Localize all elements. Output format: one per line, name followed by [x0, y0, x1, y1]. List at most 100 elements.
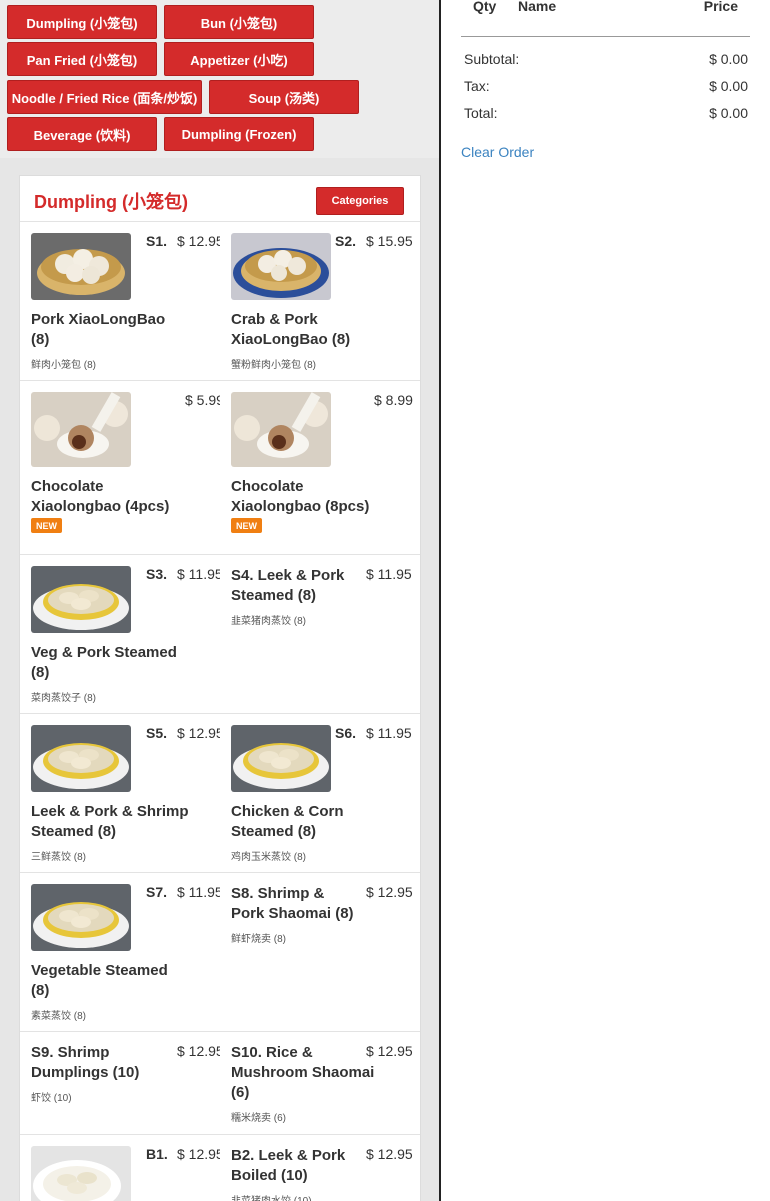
menu-row: B1. $ 12.95 $ 12.95 B2. Leek & Pork Boil… — [20, 1135, 420, 1201]
item-name: S9. Shrimp Dumplings (10) — [31, 1044, 140, 1081]
order-header-name: Name — [518, 0, 557, 14]
item-name: Vegetable Steamed (8) — [31, 962, 168, 999]
item-name: Chicken & Corn Steamed (8) — [231, 803, 344, 840]
dish-image-steamed-dumplings — [31, 566, 131, 633]
item-code: S1. — [146, 233, 168, 249]
menu-item-s9[interactable]: $ 12.95 S9. Shrimp Dumplings (10) 虾饺 (10… — [20, 1032, 220, 1134]
item-chinese-name: 糯米烧卖 (6) — [231, 1113, 286, 1124]
menu-item-s7[interactable]: S7. $ 11.95 Vegetable Steamed (8) 素菜蒸饺 (… — [20, 873, 220, 1031]
item-price: $ 5.99 — [185, 392, 220, 408]
menu-row: S1. $ 12.95 Pork XiaoLongBao (8) 鲜肉小笼包 (… — [20, 222, 420, 381]
dish-image-boiled-dumplings — [31, 1146, 131, 1201]
item-chinese-name: 韭菜猪肉水饺 (10) — [231, 1192, 312, 1201]
item-price: $ 12.95 — [177, 725, 220, 741]
item-price: $ 12.95 — [366, 884, 413, 900]
item-name: S4. Leek & Pork Steamed (8) — [231, 567, 345, 604]
total-label: Total: — [464, 105, 498, 121]
menu-category-title: Dumpling (小笼包) — [34, 192, 188, 212]
menu-row: $ 5.99 Chocolate Xiaolongbao (4pcs) NEW — [20, 381, 420, 555]
item-price: $ 8.99 — [374, 392, 413, 408]
app-root: Dumpling (小笼包) Bun (小笼包) Pan Fried (小笼包)… — [0, 0, 770, 1201]
subtotal-label: Subtotal: — [464, 51, 520, 67]
item-name: Leek & Pork & Shrimp Steamed (8) — [31, 803, 189, 840]
category-button-soup[interactable]: Soup (汤类) — [209, 80, 359, 114]
item-code: S7. — [146, 884, 168, 900]
category-button-bun[interactable]: Bun (小笼包) — [164, 5, 314, 39]
new-badge: NEW — [231, 518, 262, 533]
menu-item-chocolate-8pcs[interactable]: $ 8.99 Chocolate Xiaolongbao (8pcs) NEW — [220, 381, 420, 554]
dish-image-crab-pork-xiaolongbao — [231, 233, 331, 300]
menu-card: Dumpling (小笼包) Categories S1. $ 12.95 Po… — [19, 175, 421, 1201]
order-header-price: Price — [703, 0, 738, 14]
item-name: B2. Leek & Pork Boiled (10) — [231, 1147, 346, 1184]
menu-item-s8[interactable]: $ 12.95 S8. Shrimp & Pork Shaomai (8) 鲜虾… — [220, 873, 420, 1031]
item-price: $ 11.95 — [177, 884, 220, 900]
menu-item-s6[interactable]: S6. $ 11.95 Chicken & Corn Steamed (8) 鸡… — [220, 714, 420, 872]
item-name: Pork XiaoLongBao (8) — [31, 311, 166, 348]
category-button-dumpling-frozen[interactable]: Dumpling (Frozen) — [164, 117, 314, 151]
menu-item-chocolate-4pcs[interactable]: $ 5.99 Chocolate Xiaolongbao (4pcs) NEW — [20, 381, 220, 554]
menu-item-s5[interactable]: S5. $ 12.95 Leek & Pork & Shrimp Steamed… — [20, 714, 220, 872]
menu-item-b2[interactable]: $ 12.95 B2. Leek & Pork Boiled (10) 韭菜猪肉… — [220, 1135, 420, 1201]
dish-image-steamed-dumplings — [231, 725, 331, 792]
item-name: Veg & Pork Steamed (8) — [31, 644, 177, 681]
item-price: $ 11.95 — [366, 725, 412, 741]
menu-item-s1[interactable]: S1. $ 12.95 Pork XiaoLongBao (8) 鲜肉小笼包 (… — [20, 222, 220, 380]
order-header-qty: Qty — [473, 0, 497, 14]
dish-image-chocolate-xiaolongbao — [231, 392, 331, 467]
menu-row: S7. $ 11.95 Vegetable Steamed (8) 素菜蒸饺 (… — [20, 873, 420, 1032]
menu-item-b1[interactable]: B1. $ 12.95 — [20, 1135, 220, 1201]
item-price: $ 11.95 — [177, 566, 220, 582]
item-code: S2. — [335, 233, 357, 249]
item-name: S10. Rice & Mushroom Shaomai (6) — [231, 1044, 375, 1101]
item-chinese-name: 虾饺 (10) — [31, 1093, 72, 1104]
menu-item-s10[interactable]: $ 12.95 S10. Rice & Mushroom Shaomai (6)… — [220, 1032, 420, 1134]
category-button-pan-fried[interactable]: Pan Fried (小笼包) — [7, 42, 157, 76]
total-value: $ 0.00 — [709, 105, 748, 121]
item-price: $ 15.95 — [366, 233, 413, 249]
category-button-dumpling[interactable]: Dumpling (小笼包) — [7, 5, 157, 39]
menu-item-s2[interactable]: S2. $ 15.95 Crab & Pork XiaoLongBao (8) … — [220, 222, 420, 380]
category-button-beverage[interactable]: Beverage (饮料) — [7, 117, 157, 151]
category-button-noodle-fried-rice[interactable]: Noodle / Fried Rice (面条/炒饭) — [7, 80, 202, 114]
item-chinese-name: 蟹粉鲜肉小笼包 (8) — [231, 360, 316, 371]
tax-value: $ 0.00 — [709, 78, 748, 94]
dish-image-steamed-dumplings — [31, 884, 131, 951]
order-panel: Qty Name Price Subtotal: $ 0.00 Tax: $ 0… — [441, 0, 770, 1201]
categories-button[interactable]: Categories — [316, 187, 404, 215]
subtotal-value: $ 0.00 — [709, 51, 748, 67]
tax-label: Tax: — [464, 78, 490, 94]
item-price: $ 11.95 — [366, 566, 412, 582]
item-code: S3. — [146, 566, 168, 582]
item-code: S6. — [335, 725, 357, 741]
menu-card-header: Dumpling (小笼包) Categories — [20, 176, 420, 222]
category-button-appetizer[interactable]: Appetizer (小吃) — [164, 42, 314, 76]
item-chinese-name: 三鲜蒸饺 (8) — [31, 852, 86, 863]
item-chinese-name: 鲜肉小笼包 (8) — [31, 360, 96, 371]
item-chinese-name: 菜肉蒸饺子 (8) — [31, 693, 96, 704]
menu-row: S5. $ 12.95 Leek & Pork & Shrimp Steamed… — [20, 714, 420, 873]
item-code: S5. — [146, 725, 168, 741]
menu-column: Dumpling (小笼包) Bun (小笼包) Pan Fried (小笼包)… — [0, 0, 440, 1201]
menu-row: S3. $ 11.95 Veg & Pork Steamed (8) 菜肉蒸饺子… — [20, 555, 420, 714]
category-bar: Dumpling (小笼包) Bun (小笼包) Pan Fried (小笼包)… — [0, 0, 440, 158]
dish-image-steamed-dumplings — [31, 725, 131, 792]
item-chinese-name: 素菜蒸饺 (8) — [31, 1011, 86, 1022]
item-chinese-name: 韭菜猪肉蒸饺 (8) — [231, 616, 306, 627]
item-price: $ 12.95 — [177, 233, 220, 249]
item-code: B1. — [146, 1146, 168, 1162]
item-chinese-name: 鸡肉玉米蒸饺 (8) — [231, 852, 306, 863]
item-chinese-name: 鲜虾烧卖 (8) — [231, 934, 286, 945]
menu-item-s3[interactable]: S3. $ 11.95 Veg & Pork Steamed (8) 菜肉蒸饺子… — [20, 555, 220, 713]
dish-image-pork-xiaolongbao — [31, 233, 131, 300]
menu-item-s4[interactable]: $ 11.95 S4. Leek & Pork Steamed (8) 韭菜猪肉… — [220, 555, 420, 713]
item-price: $ 12.95 — [177, 1146, 220, 1162]
item-name: Chocolate Xiaolongbao (4pcs) — [31, 478, 170, 515]
item-name: Chocolate Xiaolongbao (8pcs) — [231, 478, 370, 515]
item-price: $ 12.95 — [366, 1146, 413, 1162]
new-badge: NEW — [31, 518, 62, 533]
item-price: $ 12.95 — [177, 1043, 220, 1059]
clear-order-link[interactable]: Clear Order — [461, 144, 534, 160]
dish-image-chocolate-xiaolongbao — [31, 392, 131, 467]
item-name: S8. Shrimp & Pork Shaomai (8) — [231, 885, 354, 922]
